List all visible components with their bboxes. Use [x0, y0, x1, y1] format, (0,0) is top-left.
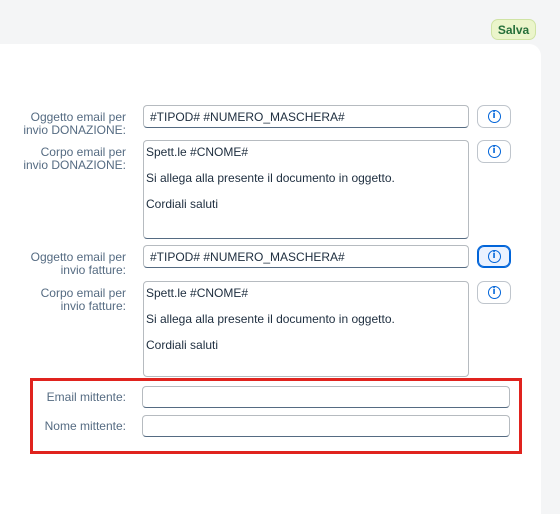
body-donation-textarea[interactable]: Spett.le #CNOME# Si allega alla presente… [143, 140, 469, 239]
body-invoice-line: Cordiali saluti [146, 338, 219, 352]
body-invoice-label: Corpo email per invio fatture: [41, 287, 126, 313]
subject-invoice-label: Oggetto email per invio fatture: [31, 251, 126, 277]
subject-invoice-label-line2: invio fatture: [60, 263, 126, 277]
body-donation-label-line2: invio DONAZIONE: [23, 158, 126, 172]
body-invoice-line: Si allega alla presente il documento in … [146, 312, 395, 326]
subject-donation-label: Oggetto email per invio DONAZIONE: [23, 111, 126, 137]
subject-donation-label-line2: invio DONAZIONE: [23, 123, 126, 137]
info-icon: i [487, 110, 501, 123]
info-icon: i [487, 250, 501, 263]
body-invoice-label-line2: invio fatture: [60, 299, 126, 313]
body-invoice-textarea[interactable]: Spett.le #CNOME# Si allega alla presente… [143, 281, 469, 377]
save-button[interactable]: Salva [491, 19, 536, 40]
info-icon: i [487, 145, 501, 158]
subject-donation-info-button[interactable]: i [477, 105, 511, 128]
subject-invoice-info-button[interactable]: i [477, 245, 511, 268]
sender-email-label: Email mittente: [46, 390, 126, 404]
subject-donation-input[interactable]: #TIPOD# #NUMERO_MASCHERA# [143, 105, 469, 128]
sender-name-label: Nome mittente: [44, 419, 126, 433]
body-donation-line: Si allega alla presente il documento in … [146, 171, 395, 185]
body-invoice-line: Spett.le #CNOME# [146, 286, 249, 300]
body-donation-line: Cordiali saluti [146, 197, 219, 211]
subject-invoice-input[interactable]: #TIPOD# #NUMERO_MASCHERA# [143, 245, 469, 268]
body-invoice-info-button[interactable]: i [477, 281, 511, 304]
sender-name-input[interactable] [142, 415, 510, 437]
sender-email-input[interactable] [142, 386, 510, 408]
body-donation-label: Corpo email per invio DONAZIONE: [23, 146, 126, 172]
body-donation-info-button[interactable]: i [477, 140, 511, 163]
body-donation-line: Spett.le #CNOME# [146, 145, 249, 159]
info-icon: i [487, 286, 501, 299]
